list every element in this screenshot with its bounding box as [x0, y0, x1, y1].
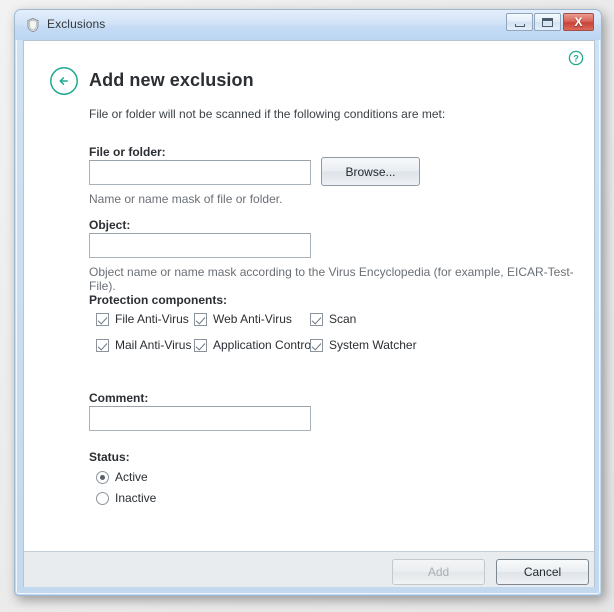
checkbox-label: Web Anti-Virus [213, 312, 292, 326]
checkmark-icon [96, 338, 109, 352]
title-bar[interactable]: Exclusions X [15, 10, 601, 40]
svg-text:?: ? [573, 53, 579, 63]
file-or-folder-hint: Name or name mask of file or folder. [89, 192, 283, 206]
radio-label: Active [115, 470, 148, 484]
checkbox-label: Application Control [213, 338, 314, 352]
radio-label: Inactive [115, 491, 157, 505]
checkbox-mail-anti-virus[interactable]: Mail Anti-Virus [96, 338, 191, 352]
close-button[interactable]: X [563, 13, 594, 31]
checkmark-icon [310, 338, 323, 352]
checkmark-icon [194, 338, 207, 352]
checkbox-application-control[interactable]: Application Control [194, 338, 314, 352]
window-title: Exclusions [47, 17, 106, 31]
radio-active[interactable]: Active [96, 470, 148, 484]
checkbox-web-anti-virus[interactable]: Web Anti-Virus [194, 312, 292, 326]
dialog-footer: Add Cancel [24, 551, 594, 587]
checkmark-icon [194, 312, 207, 326]
comment-label: Comment: [89, 391, 149, 405]
maximize-button[interactable] [534, 13, 561, 31]
radio-selected-icon [96, 470, 109, 484]
exclusions-window: Exclusions X ? Add new exclusion File or… [14, 9, 602, 596]
maximize-icon [535, 14, 560, 30]
content-panel: ? Add new exclusion File or folder will … [24, 41, 594, 551]
add-button[interactable]: Add [392, 559, 485, 585]
checkbox-label: Mail Anti-Virus [115, 338, 192, 352]
status-label: Status: [89, 450, 130, 464]
checkbox-label: Scan [329, 312, 357, 326]
client-area: ? Add new exclusion File or folder will … [23, 40, 595, 587]
object-input[interactable] [89, 233, 311, 258]
checkbox-system-watcher[interactable]: System Watcher [310, 338, 417, 352]
checkbox-label: System Watcher [329, 338, 417, 352]
file-or-folder-label: File or folder: [89, 145, 166, 159]
minimize-button[interactable] [506, 13, 533, 31]
checkbox-file-anti-virus[interactable]: File Anti-Virus [96, 312, 189, 326]
help-icon[interactable]: ? [568, 50, 584, 66]
protection-components-label: Protection components: [89, 293, 228, 307]
radio-unselected-icon [96, 491, 109, 505]
object-hint: Object name or name mask according to th… [89, 265, 574, 293]
shield-icon [25, 17, 41, 33]
back-button[interactable] [49, 66, 79, 96]
checkmark-icon [310, 312, 323, 326]
minimize-icon [507, 14, 532, 30]
checkbox-label: File Anti-Virus [115, 312, 189, 326]
cancel-button[interactable]: Cancel [496, 559, 589, 585]
comment-input[interactable] [89, 406, 311, 431]
page-title: Add new exclusion [89, 70, 254, 90]
checkmark-icon [96, 312, 109, 326]
file-or-folder-input[interactable] [89, 160, 311, 185]
intro-text: File or folder will not be scanned if th… [89, 107, 446, 121]
checkbox-scan[interactable]: Scan [310, 312, 356, 326]
browse-button[interactable]: Browse... [321, 157, 420, 186]
object-label: Object: [89, 218, 131, 232]
radio-inactive[interactable]: Inactive [96, 491, 156, 505]
close-icon: X [574, 15, 583, 29]
